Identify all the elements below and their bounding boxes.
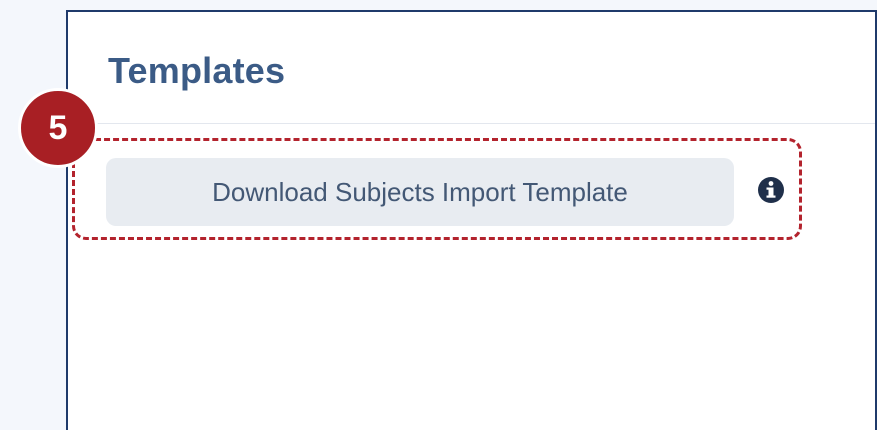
panel-header: Templates [68, 12, 875, 124]
step-badge: 5 [18, 88, 98, 168]
download-subjects-template-button[interactable]: Download Subjects Import Template [106, 158, 734, 226]
panel-title: Templates [108, 50, 286, 91]
info-icon[interactable] [756, 175, 786, 205]
